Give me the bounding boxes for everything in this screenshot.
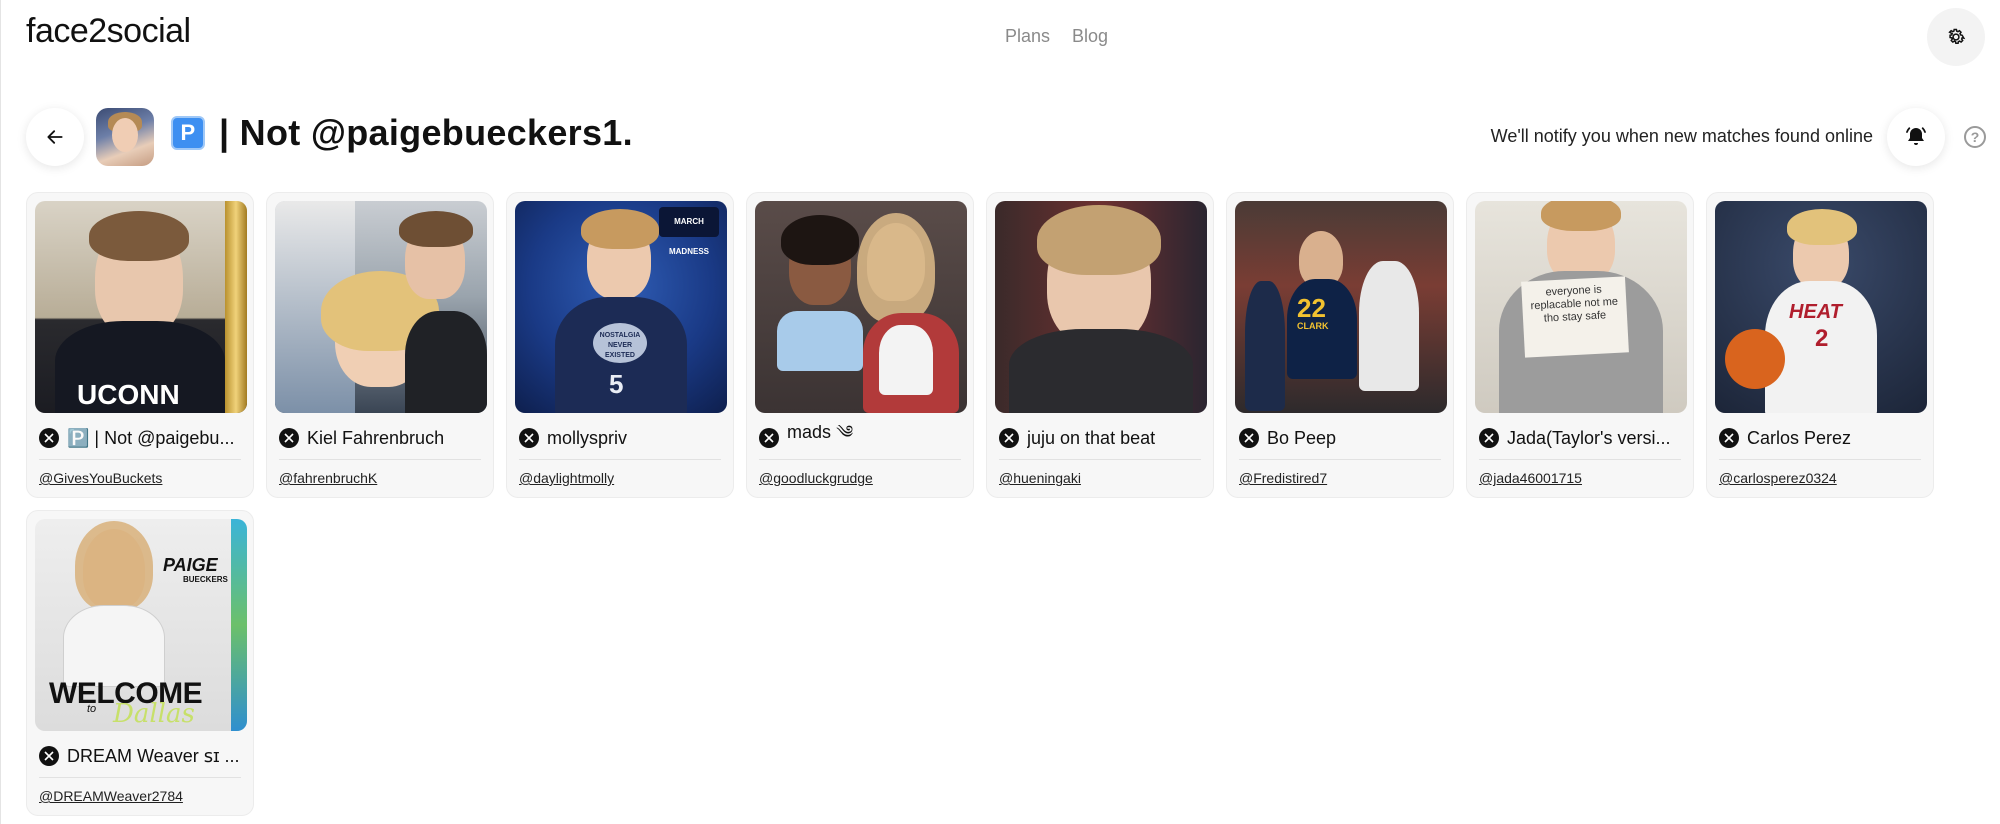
match-name-row: mads ༄ؘ: [755, 425, 965, 451]
match-photo[interactable]: PAIGE BUECKERS WELCOME to Dallas: [35, 519, 247, 731]
profile-title: P | Not @paigebueckers1.: [171, 112, 633, 154]
match-handle-link[interactable]: @GivesYouBuckets: [35, 470, 245, 486]
x-logo-icon: [519, 428, 539, 448]
bell-icon: [1906, 127, 1926, 145]
jersey-text: UCONN: [77, 379, 180, 410]
match-photo[interactable]: [755, 201, 967, 413]
match-name: Jada(Taylor's versi...: [1507, 427, 1671, 448]
jersey-number: 5: [609, 369, 624, 399]
match-name-row: Jada(Taylor's versi...: [1475, 425, 1685, 451]
match-name: juju on that beat: [1027, 427, 1156, 448]
avatar-face: [112, 118, 138, 152]
match-name-row: Bo Peep: [1235, 425, 1445, 451]
match-photo[interactable]: UCONN: [35, 201, 247, 413]
nav-blog[interactable]: Blog: [1072, 26, 1108, 47]
match-name: Carlos Perez: [1747, 427, 1852, 448]
match-handle-link[interactable]: @goodluckgrudge: [755, 470, 965, 486]
match-name: 🅿️ | Not @paigebu...: [67, 427, 235, 448]
top-nav: Plans Blog: [1005, 26, 1108, 47]
jersey-name: CLARK: [1297, 321, 1329, 331]
match-card[interactable]: mads ༄ؘ @goodluckgrudge: [746, 192, 974, 498]
settings-button[interactable]: [1927, 8, 1985, 66]
profile-name: | Not @paigebueckers1.: [219, 112, 633, 153]
match-card[interactable]: MARCH MADNESS NOSTALGIA NEVER EXISTED 5 …: [506, 192, 734, 498]
x-logo-icon: [1719, 428, 1739, 448]
notify-bell-button[interactable]: [1887, 108, 1945, 166]
match-name-row: Carlos Perez: [1715, 425, 1925, 451]
match-name: mads ༄ؘ: [787, 425, 854, 442]
match-card[interactable]: Kiel Fahrenbruch @fahrenbruchK: [266, 192, 494, 498]
x-logo-icon: [39, 428, 59, 448]
match-name: Kiel Fahrenbruch: [307, 427, 445, 448]
match-name-row: 🅿️ | Not @paigebu...: [35, 425, 245, 451]
divider: [39, 459, 241, 460]
jersey-number: 22: [1297, 293, 1326, 323]
divider: [1719, 459, 1921, 460]
match-card[interactable]: PAIGE BUECKERS WELCOME to Dallas DREAM W…: [26, 510, 254, 816]
match-handle-link[interactable]: @daylightmolly: [515, 470, 725, 486]
match-card[interactable]: UCONN 🅿️ | Not @paigebu... @GivesYouBuck…: [26, 192, 254, 498]
notify-message: We'll notify you when new matches found …: [1490, 126, 1873, 146]
divider: [999, 459, 1201, 460]
back-button[interactable]: [26, 108, 84, 166]
nav-plans[interactable]: Plans: [1005, 26, 1050, 47]
x-logo-icon: [39, 746, 59, 766]
match-handle-link[interactable]: @Fredistired7: [1235, 470, 1445, 486]
gear-icon: [1948, 28, 1966, 44]
jersey-team: HEAT: [1789, 301, 1842, 323]
match-card[interactable]: everyone is replacable not me tho stay s…: [1466, 192, 1694, 498]
divider: [519, 459, 721, 460]
match-photo[interactable]: 22 CLARK: [1235, 201, 1447, 413]
page: face2social Plans Blog P | Not @paigebue…: [0, 0, 2000, 824]
match-photo[interactable]: [275, 201, 487, 413]
x-logo-icon: [279, 428, 299, 448]
match-handle-link[interactable]: @DREAMWeaver2784: [35, 788, 245, 804]
p-badge-icon: P: [171, 116, 205, 150]
match-name: Bo Peep: [1267, 427, 1337, 448]
divider: [279, 459, 481, 460]
match-name: DREAM Weaver ꜱɪ ...: [67, 745, 240, 766]
divider: [39, 777, 241, 778]
match-name-row: DREAM Weaver ꜱɪ ...: [35, 743, 245, 769]
arrow-left-icon: [47, 130, 63, 144]
match-name-row: juju on that beat: [995, 425, 1205, 451]
brand-logo[interactable]: face2social: [26, 12, 191, 51]
match-photo[interactable]: MARCH MADNESS NOSTALGIA NEVER EXISTED 5: [515, 201, 727, 413]
match-handle-link[interactable]: @fahrenbruchK: [275, 470, 485, 486]
divider: [759, 459, 961, 460]
match-card[interactable]: 22 CLARK Bo Peep @Fredistired7: [1226, 192, 1454, 498]
match-handle-link[interactable]: @jada46001715: [1475, 470, 1685, 486]
match-photo[interactable]: everyone is replacable not me tho stay s…: [1475, 201, 1687, 413]
jersey-number: 2: [1815, 325, 1829, 352]
match-photo[interactable]: [995, 201, 1207, 413]
match-card[interactable]: HEAT 2 Carlos Perez @carlosperez0324: [1706, 192, 1934, 498]
help-button[interactable]: ?: [1964, 126, 1986, 148]
match-name-row: Kiel Fahrenbruch: [275, 425, 485, 451]
match-handle-link[interactable]: @carlosperez0324: [1715, 470, 1925, 486]
matches-grid: UCONN 🅿️ | Not @paigebu... @GivesYouBuck…: [26, 192, 1966, 816]
march-madness-badge: MARCH MADNESS: [659, 207, 719, 256]
match-handle-link[interactable]: @hueningaki: [995, 470, 1205, 486]
x-logo-icon: [999, 428, 1019, 448]
x-logo-icon: [759, 428, 779, 448]
divider: [1239, 459, 1441, 460]
match-card[interactable]: juju on that beat @hueningaki: [986, 192, 1214, 498]
profile-avatar: [96, 108, 154, 166]
x-logo-icon: [1479, 428, 1499, 448]
poster-subname: BUECKERS: [183, 575, 228, 584]
sign-text: NOSTALGIA NEVER EXISTED: [593, 323, 647, 363]
x-logo-icon: [1239, 428, 1259, 448]
match-name-row: mollyspriv: [515, 425, 725, 451]
match-photo[interactable]: HEAT 2: [1715, 201, 1927, 413]
match-name: mollyspriv: [547, 427, 628, 448]
poster-to: to: [87, 703, 97, 715]
poster-name: PAIGE: [163, 555, 218, 575]
poster-city: Dallas: [113, 699, 195, 729]
handwritten-sign: everyone is replacable not me tho stay s…: [1521, 276, 1629, 358]
divider: [1479, 459, 1681, 460]
